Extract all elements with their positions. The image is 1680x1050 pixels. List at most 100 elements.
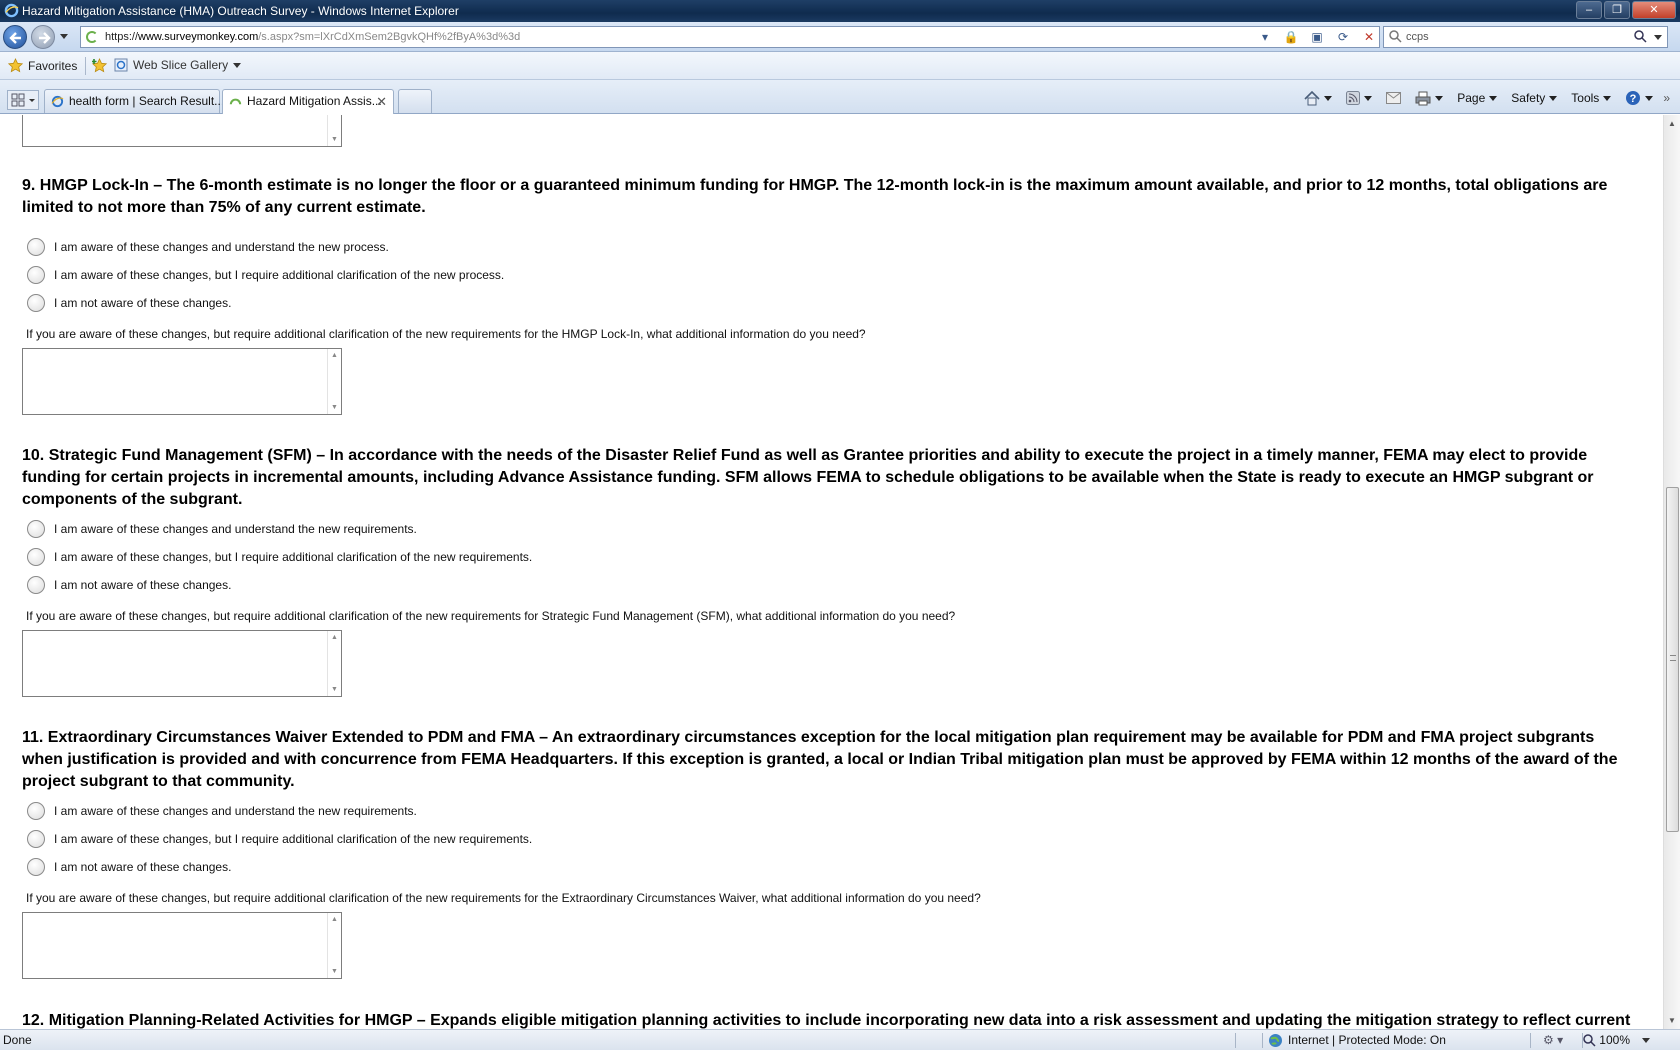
q9-option-clarification[interactable]: I am aware of these changes, but I requi… bbox=[27, 266, 504, 284]
scroll-up-arrow-icon: ▲ bbox=[331, 634, 338, 641]
read-mail-button[interactable] bbox=[1386, 92, 1402, 104]
option-label: I am not aware of these changes. bbox=[54, 860, 232, 874]
svg-text:?: ? bbox=[1630, 93, 1637, 105]
favorites-button[interactable]: Favorites bbox=[8, 58, 77, 73]
scroll-down-arrow-icon[interactable]: ▼ bbox=[1668, 1016, 1676, 1025]
print-button[interactable] bbox=[1415, 91, 1444, 106]
radio-button[interactable] bbox=[27, 238, 45, 256]
close-window-button[interactable]: ✕ bbox=[1632, 1, 1676, 19]
search-provider-icon bbox=[1389, 30, 1402, 43]
minimize-button[interactable]: – bbox=[1576, 1, 1602, 19]
textarea-scrollbar[interactable]: ▲ ▼ bbox=[327, 913, 341, 978]
quick-tabs-button[interactable] bbox=[7, 90, 39, 110]
security-zone[interactable]: Internet | Protected Mode: On bbox=[1268, 1030, 1446, 1050]
add-to-favorites-bar-button[interactable] bbox=[92, 58, 108, 73]
scrollbar-thumb[interactable] bbox=[1666, 487, 1679, 832]
scroll-down-arrow-icon: ▼ bbox=[331, 968, 338, 975]
site-favicon-icon bbox=[86, 31, 98, 43]
question-11-title: 11. Extraordinary Circumstances Waiver E… bbox=[22, 729, 1618, 790]
q11-option-understand[interactable]: I am aware of these changes and understa… bbox=[27, 802, 417, 820]
textarea-scrollbar[interactable]: ▼ bbox=[327, 115, 341, 146]
help-icon: ? bbox=[1626, 91, 1641, 105]
quick-tabs-icon bbox=[11, 93, 35, 107]
q11-option-not-aware[interactable]: I am not aware of these changes. bbox=[27, 858, 231, 876]
favorites-bar: Favorites Web Slice Gallery bbox=[0, 52, 1680, 80]
page-content: ▼ 9. HMGP Lock-In – The 6-month estimate… bbox=[0, 115, 1663, 1029]
new-tab-button[interactable] bbox=[398, 89, 432, 113]
feeds-button[interactable] bbox=[1346, 91, 1373, 105]
q11-answer-textarea[interactable]: ▲ ▼ bbox=[22, 912, 342, 979]
stop-icon[interactable]: ✕ bbox=[1359, 28, 1379, 46]
surveymonkey-icon bbox=[229, 98, 242, 105]
compatibility-view-icon[interactable]: ▣ bbox=[1307, 28, 1327, 46]
web-slice-gallery-link[interactable]: Web Slice Gallery bbox=[114, 58, 242, 72]
radio-button[interactable] bbox=[27, 576, 45, 594]
back-button[interactable] bbox=[3, 25, 27, 49]
option-label: I am not aware of these changes. bbox=[54, 578, 232, 592]
q9-followup-prompt: If you are aware of these changes, but r… bbox=[26, 327, 866, 341]
zoom-level-button[interactable]: 100% bbox=[1583, 1030, 1650, 1050]
url-path: /s.aspx?sm=lXrCdXmSem2BgvkQHf%2fByA%3d%3… bbox=[258, 31, 521, 43]
previous-answer-textarea[interactable]: ▼ bbox=[22, 115, 342, 147]
scroll-up-arrow-icon: ▲ bbox=[331, 352, 338, 359]
more-commands-icon[interactable]: » bbox=[1663, 91, 1670, 105]
q9-option-understand[interactable]: I am aware of these changes and understa… bbox=[27, 238, 389, 256]
home-button[interactable] bbox=[1304, 90, 1333, 106]
option-label: I am aware of these changes and understa… bbox=[54, 522, 417, 536]
tab-label: Hazard Mitigation Assis... bbox=[247, 94, 382, 108]
forward-button[interactable] bbox=[31, 25, 55, 49]
radio-button[interactable] bbox=[27, 802, 45, 820]
tab-health-form[interactable]: health form | Search Result... bbox=[44, 89, 224, 113]
favorites-label: Favorites bbox=[28, 58, 78, 73]
search-icon[interactable] bbox=[1634, 30, 1647, 43]
radio-button[interactable] bbox=[27, 294, 45, 312]
safety-menu[interactable]: Safety bbox=[1511, 91, 1558, 105]
q10-followup-prompt: If you are aware of these changes, but r… bbox=[26, 609, 956, 623]
url-input[interactable]: https://www.surveymonkey.com/s.aspx?sm=l… bbox=[80, 26, 1380, 48]
page-scrollbar[interactable]: ▲ ▼ bbox=[1663, 115, 1680, 1029]
tab-label: health form | Search Result... bbox=[69, 94, 225, 108]
lock-icon[interactable]: 🔒 bbox=[1281, 28, 1301, 46]
radio-button[interactable] bbox=[27, 830, 45, 848]
q10-option-not-aware[interactable]: I am not aware of these changes. bbox=[27, 576, 231, 594]
radio-button[interactable] bbox=[27, 520, 45, 538]
option-label: I am aware of these changes and understa… bbox=[54, 804, 417, 818]
close-tab-icon[interactable]: ✕ bbox=[376, 94, 387, 110]
recent-pages-dropdown-icon[interactable] bbox=[60, 34, 68, 39]
maximize-button[interactable]: ❐ bbox=[1604, 1, 1630, 19]
q9-answer-textarea[interactable]: ▲ ▼ bbox=[22, 348, 342, 415]
radio-button[interactable] bbox=[27, 858, 45, 876]
security-zone-label: Internet | Protected Mode: On bbox=[1288, 1033, 1446, 1047]
forward-arrow-icon bbox=[39, 32, 51, 44]
q10-option-understand[interactable]: I am aware of these changes and understa… bbox=[27, 520, 417, 538]
page-menu[interactable]: Page bbox=[1457, 91, 1498, 105]
rss-feed-icon bbox=[1346, 91, 1361, 105]
q9-option-not-aware[interactable]: I am not aware of these changes. bbox=[27, 294, 231, 312]
radio-button[interactable] bbox=[27, 266, 45, 284]
chevron-down-icon bbox=[1642, 1037, 1650, 1043]
q10-option-clarification[interactable]: I am aware of these changes, but I requi… bbox=[27, 548, 532, 566]
textarea-scrollbar[interactable]: ▲ ▼ bbox=[327, 349, 341, 414]
refresh-icon[interactable]: ⟳ bbox=[1333, 28, 1353, 46]
help-menu[interactable]: ? bbox=[1625, 90, 1654, 106]
add-favorite-icon bbox=[92, 58, 108, 73]
search-options-dropdown-icon[interactable] bbox=[1654, 35, 1662, 40]
protected-mode-settings-icon[interactable]: ⚙ ▾ bbox=[1543, 1030, 1563, 1050]
scrollbar-grip bbox=[1670, 655, 1676, 661]
url-scheme: https:// bbox=[105, 31, 139, 43]
q11-option-clarification[interactable]: I am aware of these changes, but I requi… bbox=[27, 830, 532, 848]
scroll-down-arrow-icon: ▼ bbox=[331, 136, 338, 143]
option-label: I am aware of these changes, but I requi… bbox=[54, 832, 533, 846]
url-dropdown-icon[interactable]: ▾ bbox=[1255, 28, 1275, 46]
address-bar-row: https://www.surveymonkey.com/s.aspx?sm=l… bbox=[0, 22, 1680, 52]
q10-answer-textarea[interactable]: ▲ ▼ bbox=[22, 630, 342, 697]
tools-menu[interactable]: Tools bbox=[1571, 91, 1612, 105]
ie-page-icon bbox=[114, 58, 128, 72]
radio-button[interactable] bbox=[27, 548, 45, 566]
status-divider bbox=[1530, 1033, 1531, 1048]
tab-hazard-mitigation[interactable]: Hazard Mitigation Assis... ✕ bbox=[222, 89, 394, 114]
textarea-scrollbar[interactable]: ▲ ▼ bbox=[327, 631, 341, 696]
scroll-up-arrow-icon[interactable]: ▲ bbox=[1668, 119, 1676, 128]
search-input[interactable]: ccps bbox=[1383, 26, 1668, 48]
status-divider bbox=[1262, 1033, 1263, 1048]
